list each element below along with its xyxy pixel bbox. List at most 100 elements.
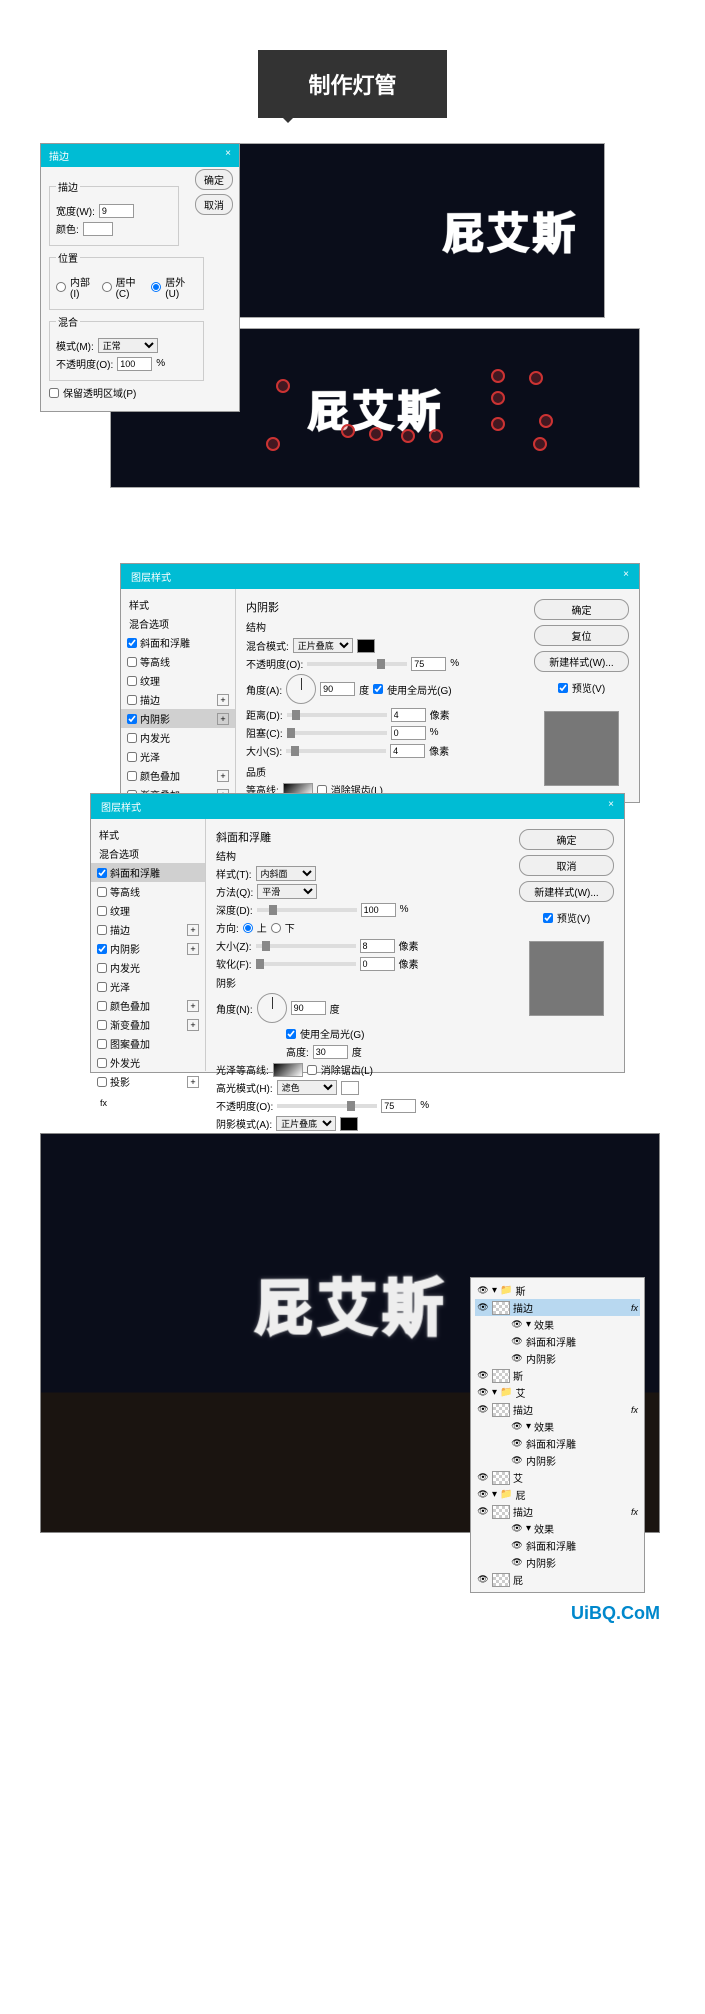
visibility-icon[interactable]: 👁 [477, 1387, 489, 1399]
direction-down-radio[interactable] [271, 923, 281, 933]
opacity-slider[interactable] [307, 662, 407, 666]
effect-grad-overlay[interactable]: 渐变叠加+ [91, 1015, 205, 1034]
color-swatch[interactable] [83, 222, 113, 236]
highlight-mode-select[interactable]: 滤色 [277, 1080, 337, 1095]
layer-fx-inner-shadow[interactable]: 👁内阴影 [475, 1452, 640, 1469]
preserve-transparency-checkbox[interactable] [49, 388, 59, 398]
visibility-icon[interactable]: 👁 [477, 1574, 489, 1586]
add-icon[interactable]: + [187, 924, 199, 936]
layer-fx-inner-shadow[interactable]: 👁内阴影 [475, 1554, 640, 1571]
texture-checkbox[interactable] [127, 676, 137, 686]
add-icon[interactable]: + [217, 713, 229, 725]
visibility-icon[interactable]: 👁 [477, 1489, 489, 1501]
layer-stroke-si[interactable]: 👁描边fx [475, 1299, 640, 1316]
effect-pattern-overlay[interactable]: 图案叠加 [91, 1034, 205, 1053]
effect-color-overlay[interactable]: 颜色叠加+ [121, 766, 235, 785]
global-light-checkbox[interactable] [373, 684, 383, 694]
effect-bevel[interactable]: 斜面和浮雕 [121, 633, 235, 652]
dialog-titlebar[interactable]: 图层样式 × [91, 794, 624, 819]
close-icon[interactable]: × [623, 569, 629, 584]
layer-effects-pi[interactable]: 👁▾效果 [475, 1520, 640, 1537]
visibility-icon[interactable]: 👁 [477, 1285, 489, 1297]
angle-input[interactable] [320, 682, 355, 696]
contour-checkbox[interactable] [127, 657, 137, 667]
angle-dial[interactable] [286, 674, 316, 704]
size-input[interactable] [390, 744, 425, 758]
chevron-down-icon[interactable]: ▾ [526, 1319, 531, 1330]
stroke-checkbox[interactable] [127, 695, 137, 705]
chevron-down-icon[interactable]: ▾ [526, 1421, 531, 1432]
layer-pi[interactable]: 👁屁 [475, 1571, 640, 1588]
highlight-opacity-input[interactable] [381, 1099, 416, 1113]
layer-stroke-ai[interactable]: 👁描边fx [475, 1401, 640, 1418]
new-style-button[interactable]: 新建样式(W)... [519, 881, 614, 902]
fx-indicator[interactable]: fx [631, 1405, 638, 1415]
close-icon[interactable]: × [608, 799, 614, 814]
soften-slider[interactable] [256, 962, 356, 966]
visibility-icon[interactable]: 👁 [477, 1472, 489, 1484]
effect-satin[interactable]: 光泽 [91, 977, 205, 996]
visibility-icon[interactable]: 👁 [511, 1353, 523, 1365]
add-icon[interactable]: + [187, 1019, 199, 1031]
blend-options-item[interactable]: 混合选项 [91, 844, 205, 863]
effect-satin[interactable]: 光泽 [121, 747, 235, 766]
layer-fx-bevel[interactable]: 👁斜面和浮雕 [475, 1333, 640, 1350]
highlight-opacity-slider[interactable] [277, 1104, 377, 1108]
soften-input[interactable] [360, 957, 395, 971]
styles-header[interactable]: 样式 [121, 595, 235, 614]
effect-texture[interactable]: 纹理 [121, 671, 235, 690]
depth-slider[interactable] [257, 908, 357, 912]
blend-options-item[interactable]: 混合选项 [121, 614, 235, 633]
layer-effects-si[interactable]: 👁▾效果 [475, 1316, 640, 1333]
new-style-button[interactable]: 新建样式(W)... [534, 651, 629, 672]
preview-checkbox[interactable] [558, 683, 568, 693]
opacity-input[interactable] [117, 357, 152, 371]
visibility-icon[interactable]: 👁 [511, 1523, 523, 1535]
outer-glow-checkbox[interactable] [97, 1058, 107, 1068]
choke-input[interactable] [391, 726, 426, 740]
bevel-checkbox[interactable] [127, 638, 137, 648]
layer-fx-bevel[interactable]: 👁斜面和浮雕 [475, 1537, 640, 1554]
add-icon[interactable]: + [217, 694, 229, 706]
add-icon[interactable]: + [187, 943, 199, 955]
size-slider[interactable] [286, 749, 386, 753]
ok-button[interactable]: 确定 [534, 599, 629, 620]
close-icon[interactable]: × [225, 148, 231, 163]
effect-inner-glow[interactable]: 内发光 [121, 728, 235, 747]
cancel-button[interactable]: 取消 [195, 194, 233, 215]
chevron-down-icon[interactable]: ▾ [492, 1489, 497, 1500]
shadow-color-swatch[interactable] [357, 639, 375, 653]
visibility-icon[interactable]: 👁 [477, 1302, 489, 1314]
visibility-icon[interactable]: 👁 [477, 1370, 489, 1382]
effect-contour[interactable]: 等高线 [91, 882, 205, 901]
layer-si[interactable]: 👁斯 [475, 1367, 640, 1384]
inner-glow-checkbox[interactable] [127, 733, 137, 743]
altitude-input[interactable] [313, 1045, 348, 1059]
dialog-titlebar[interactable]: 描边 × [41, 144, 239, 167]
position-center-radio[interactable] [102, 282, 112, 292]
drop-shadow-checkbox[interactable] [97, 1077, 107, 1087]
visibility-icon[interactable]: 👁 [511, 1438, 523, 1450]
texture-checkbox[interactable] [97, 906, 107, 916]
effect-outer-glow[interactable]: 外发光 [91, 1053, 205, 1072]
fx-icon[interactable]: fx [97, 1097, 110, 1109]
add-icon[interactable]: + [217, 770, 229, 782]
effect-inner-shadow[interactable]: 内阴影+ [121, 709, 235, 728]
effect-color-overlay[interactable]: 颜色叠加+ [91, 996, 205, 1015]
layer-fx-inner-shadow[interactable]: 👁内阴影 [475, 1350, 640, 1367]
highlight-color-swatch[interactable] [341, 1081, 359, 1095]
position-inside-radio[interactable] [56, 282, 66, 292]
width-input[interactable] [99, 204, 134, 218]
visibility-icon[interactable]: 👁 [511, 1336, 523, 1348]
position-outside-radio[interactable] [151, 282, 161, 292]
depth-input[interactable] [361, 903, 396, 917]
add-icon[interactable]: + [187, 1076, 199, 1088]
color-overlay-checkbox[interactable] [97, 1001, 107, 1011]
layer-ai[interactable]: 👁艾 [475, 1469, 640, 1486]
shadow-mode-select[interactable]: 正片叠底 [276, 1116, 336, 1131]
direction-up-radio[interactable] [243, 923, 253, 933]
effect-stroke[interactable]: 描边+ [91, 920, 205, 939]
layer-stroke-pi[interactable]: 👁描边fx [475, 1503, 640, 1520]
opacity-input[interactable] [411, 657, 446, 671]
distance-input[interactable] [391, 708, 426, 722]
